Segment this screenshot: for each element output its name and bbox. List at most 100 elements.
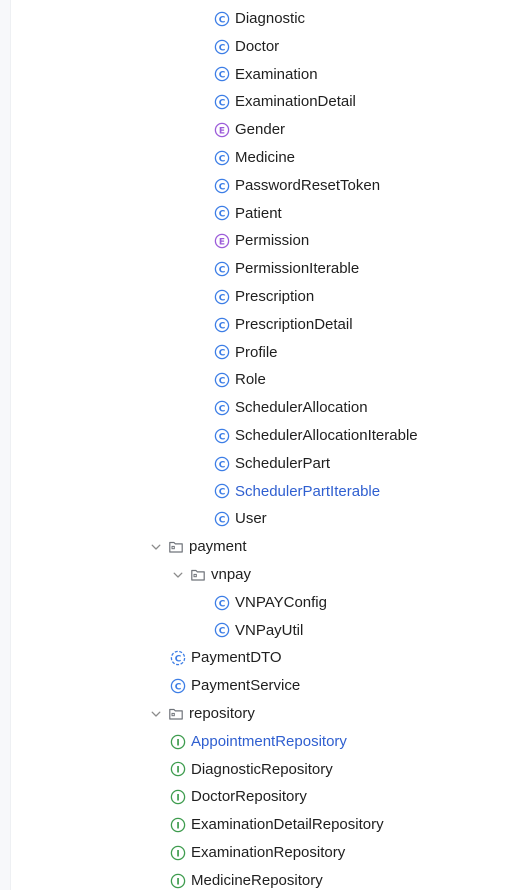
tree-item-examination-repository[interactable]: I ExaminationRepository xyxy=(0,839,528,867)
tree-item-label: DoctorRepository xyxy=(191,788,307,806)
tree-item-examination-detail-repository[interactable]: I ExaminationDetailRepository xyxy=(0,811,528,839)
svg-text:C: C xyxy=(219,488,226,498)
svg-text:C: C xyxy=(219,377,226,387)
tree-item-prescription-detail[interactable]: C PrescriptionDetail xyxy=(0,311,528,339)
tree-item-vnpay[interactable]: vnpay xyxy=(0,561,528,589)
chevron-down-icon[interactable] xyxy=(170,567,186,583)
svg-text:C: C xyxy=(219,460,226,470)
svg-text:C: C xyxy=(175,682,182,692)
tree-item-payment-service[interactable]: C PaymentService xyxy=(0,672,528,700)
tree-item-label: AppointmentRepository xyxy=(191,732,347,750)
tree-item-label: Role xyxy=(235,371,266,389)
tree-item-doctor-repository[interactable]: I DoctorRepository xyxy=(0,783,528,811)
tree-item-label: Profile xyxy=(235,343,278,361)
class-icon: C xyxy=(214,178,230,194)
svg-text:C: C xyxy=(219,154,226,164)
class-icon: C xyxy=(214,595,230,611)
tree-item-appointment-repository[interactable]: I AppointmentRepository xyxy=(0,728,528,756)
svg-text:I: I xyxy=(176,821,179,831)
svg-text:I: I xyxy=(176,738,179,748)
project-tree: C Diagnostic C Doctor C Examination C Examinati… xyxy=(0,5,528,890)
tree-item-label: Permission xyxy=(235,232,310,250)
interface-icon: I xyxy=(170,845,186,861)
svg-text:C: C xyxy=(219,265,226,275)
class-icon: C xyxy=(214,456,230,472)
svg-text:C: C xyxy=(219,516,226,526)
tree-item-payment[interactable]: payment xyxy=(0,533,528,561)
tree-item-medicine[interactable]: C Medicine xyxy=(0,144,528,172)
tree-item-permission[interactable]: E Permission xyxy=(0,227,528,255)
tree-item-label: PaymentDTO xyxy=(191,649,282,667)
svg-text:E: E xyxy=(219,238,225,248)
class-icon: C xyxy=(214,400,230,416)
svg-text:I: I xyxy=(176,849,179,859)
class-icon: C xyxy=(170,678,186,694)
class-icon: C xyxy=(214,622,230,638)
record-icon: C xyxy=(170,650,186,666)
interface-icon: I xyxy=(170,734,186,750)
tree-item-scheduler-part[interactable]: C SchedulerPart xyxy=(0,450,528,478)
svg-text:C: C xyxy=(219,182,226,192)
class-icon: C xyxy=(214,205,230,221)
class-icon: C xyxy=(214,344,230,360)
svg-text:C: C xyxy=(219,321,226,331)
tree-item-label: VNPAYConfig xyxy=(235,593,327,611)
tree-item-label: vnpay xyxy=(211,565,252,583)
class-icon: C xyxy=(214,66,230,82)
tree-item-scheduler-allocation-iterable[interactable]: C SchedulerAllocationIterable xyxy=(0,422,528,450)
class-icon: C xyxy=(214,428,230,444)
enum-icon: E xyxy=(214,233,230,249)
tree-item-payment-dto[interactable]: C PaymentDTO xyxy=(0,644,528,672)
svg-text:C: C xyxy=(219,293,226,303)
tree-item-diagnostic-repository[interactable]: I DiagnosticRepository xyxy=(0,756,528,784)
tree-item-patient[interactable]: C Patient xyxy=(0,200,528,228)
tree-item-scheduler-part-iterable[interactable]: C SchedulerPartIterable xyxy=(0,478,528,506)
class-icon: C xyxy=(214,39,230,55)
tree-item-repository[interactable]: repository xyxy=(0,700,528,728)
svg-text:C: C xyxy=(175,655,182,665)
class-icon: C xyxy=(214,150,230,166)
package-folder-icon xyxy=(190,567,206,583)
tree-item-examination-detail[interactable]: C ExaminationDetail xyxy=(0,88,528,116)
svg-text:C: C xyxy=(219,599,226,609)
tree-item-vnpay-util[interactable]: C VNPayUtil xyxy=(0,617,528,645)
svg-text:C: C xyxy=(219,99,226,109)
class-icon: C xyxy=(214,511,230,527)
svg-text:C: C xyxy=(219,432,226,442)
tree-item-label: ExaminationRepository xyxy=(191,843,346,861)
chevron-down-icon[interactable] xyxy=(148,706,164,722)
tree-item-label: PermissionIterable xyxy=(235,260,360,278)
tree-item-label: ExaminationDetailRepository xyxy=(191,816,384,834)
tree-item-role[interactable]: C Role xyxy=(0,366,528,394)
enum-icon: E xyxy=(214,122,230,138)
tree-item-examination[interactable]: C Examination xyxy=(0,61,528,89)
tree-item-doctor[interactable]: C Doctor xyxy=(0,33,528,61)
chevron-down-icon[interactable] xyxy=(148,539,164,555)
tree-item-prescription[interactable]: C Prescription xyxy=(0,283,528,311)
tree-item-label: SchedulerPartIterable xyxy=(235,482,381,500)
tree-item-label: payment xyxy=(189,538,247,556)
tree-item-diagnostic[interactable]: C Diagnostic xyxy=(0,5,528,33)
tree-item-label: MedicineRepository xyxy=(191,871,323,889)
package-folder-icon xyxy=(168,706,184,722)
tree-item-vnpayconfig[interactable]: C VNPAYConfig xyxy=(0,589,528,617)
tree-item-label: DiagnosticRepository xyxy=(191,760,333,778)
project-tree-panel: C Diagnostic C Doctor C Examination C Examinati… xyxy=(0,0,528,890)
tree-item-label: Doctor xyxy=(235,37,280,55)
tree-item-label: Gender xyxy=(235,121,286,139)
tree-item-profile[interactable]: C Profile xyxy=(0,339,528,367)
svg-text:E: E xyxy=(219,126,225,136)
tree-item-password-reset-token[interactable]: C PasswordResetToken xyxy=(0,172,528,200)
svg-text:C: C xyxy=(219,627,226,637)
tree-item-permission-iterable[interactable]: C PermissionIterable xyxy=(0,255,528,283)
class-icon: C xyxy=(214,317,230,333)
tree-item-scheduler-allocation[interactable]: C SchedulerAllocation xyxy=(0,394,528,422)
tree-item-gender[interactable]: E Gender xyxy=(0,116,528,144)
tree-item-medicine-repository[interactable]: I MedicineRepository xyxy=(0,867,528,890)
svg-text:C: C xyxy=(219,210,226,220)
tree-item-label: PasswordResetToken xyxy=(235,176,381,194)
tree-item-label: Prescription xyxy=(235,287,315,305)
class-icon: C xyxy=(214,483,230,499)
interface-icon: I xyxy=(170,817,186,833)
tree-item-user[interactable]: C User xyxy=(0,505,528,533)
